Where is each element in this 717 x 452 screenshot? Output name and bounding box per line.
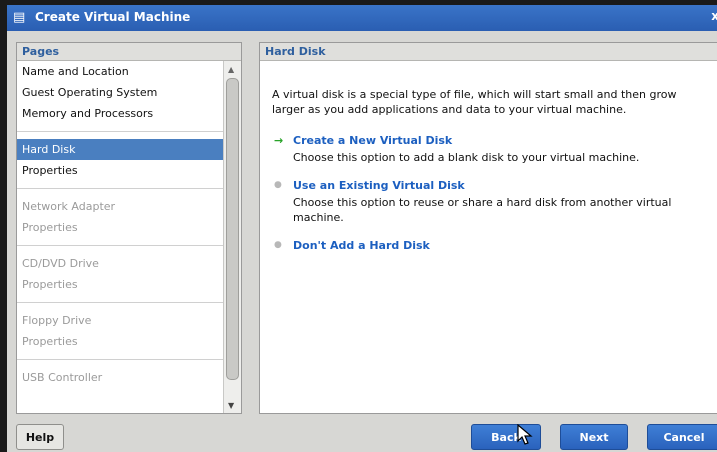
vm-window-icon: ▤ [13, 10, 26, 25]
content-header: Hard Disk [260, 43, 717, 61]
chevron-up-icon[interactable]: ▲ [228, 65, 234, 74]
page-item-floppy-drive: Floppy Drive [22, 314, 92, 327]
create-vm-dialog: ▤ Create Virtual Machine x Pages Name an… [7, 5, 717, 452]
option-label[interactable]: Don't Add a Hard Disk [293, 239, 430, 252]
option-label[interactable]: Create a New Virtual Disk [293, 134, 452, 147]
page-item-network-adapter: Network Adapter [22, 200, 116, 213]
chevron-down-icon[interactable]: ▼ [228, 401, 234, 410]
page-group: Floppy Drive Properties [17, 303, 223, 360]
option-label[interactable]: Use an Existing Virtual Disk [293, 179, 465, 192]
page-item-floppy-properties: Properties [22, 335, 78, 348]
mouse-pointer-icon [517, 424, 533, 445]
page-item-name-location[interactable]: Name and Location [17, 61, 223, 82]
right-arrow-icon: → [274, 134, 284, 147]
hard-disk-description: A virtual disk is a special type of file… [272, 88, 677, 116]
pages-scrollbar[interactable]: ▲ ▼ [223, 61, 241, 413]
page-item-cd-dvd-drive: CD/DVD Drive [22, 257, 99, 270]
pages-header: Pages [17, 43, 241, 61]
window-title: Create Virtual Machine [35, 10, 191, 24]
page-group: CD/DVD Drive Properties [17, 246, 223, 303]
page-item-hard-disk[interactable]: Hard Disk [17, 139, 223, 160]
page-group: Hard Disk Properties [17, 132, 223, 189]
pages-list: Name and Location Guest Operating System… [17, 61, 223, 413]
title-bar: ▤ Create Virtual Machine x [7, 5, 717, 31]
page-group: Network Adapter Properties [17, 189, 223, 246]
page-group: Name and Location Guest Operating System… [17, 61, 223, 132]
page-group: USB Controller [17, 360, 223, 388]
page-item-cd-dvd-properties: Properties [22, 278, 78, 291]
hard-disk-panel: Hard Disk A virtual disk is a special ty… [259, 42, 717, 414]
page-item-memory-processors[interactable]: Memory and Processors [17, 103, 223, 124]
page-item-guest-os[interactable]: Guest Operating System [17, 82, 223, 103]
pages-panel: Pages Name and Location Guest Operating … [16, 42, 242, 414]
option-description: Choose this option to add a blank disk t… [293, 151, 640, 164]
page-item-usb-controller: USB Controller [22, 371, 103, 384]
next-button[interactable]: Next [560, 424, 628, 450]
close-icon[interactable]: x [711, 9, 717, 23]
bullet-dot-icon: ● [274, 180, 282, 190]
page-item-network-properties: Properties [22, 221, 78, 234]
scroll-thumb[interactable] [226, 78, 239, 380]
cancel-button[interactable]: Cancel [647, 424, 717, 450]
bullet-dot-icon: ● [274, 240, 282, 250]
help-button[interactable]: Help [16, 424, 64, 450]
option-description: Choose this option to reuse or share a h… [293, 196, 672, 224]
page-item-hard-disk-properties[interactable]: Properties [17, 160, 223, 181]
